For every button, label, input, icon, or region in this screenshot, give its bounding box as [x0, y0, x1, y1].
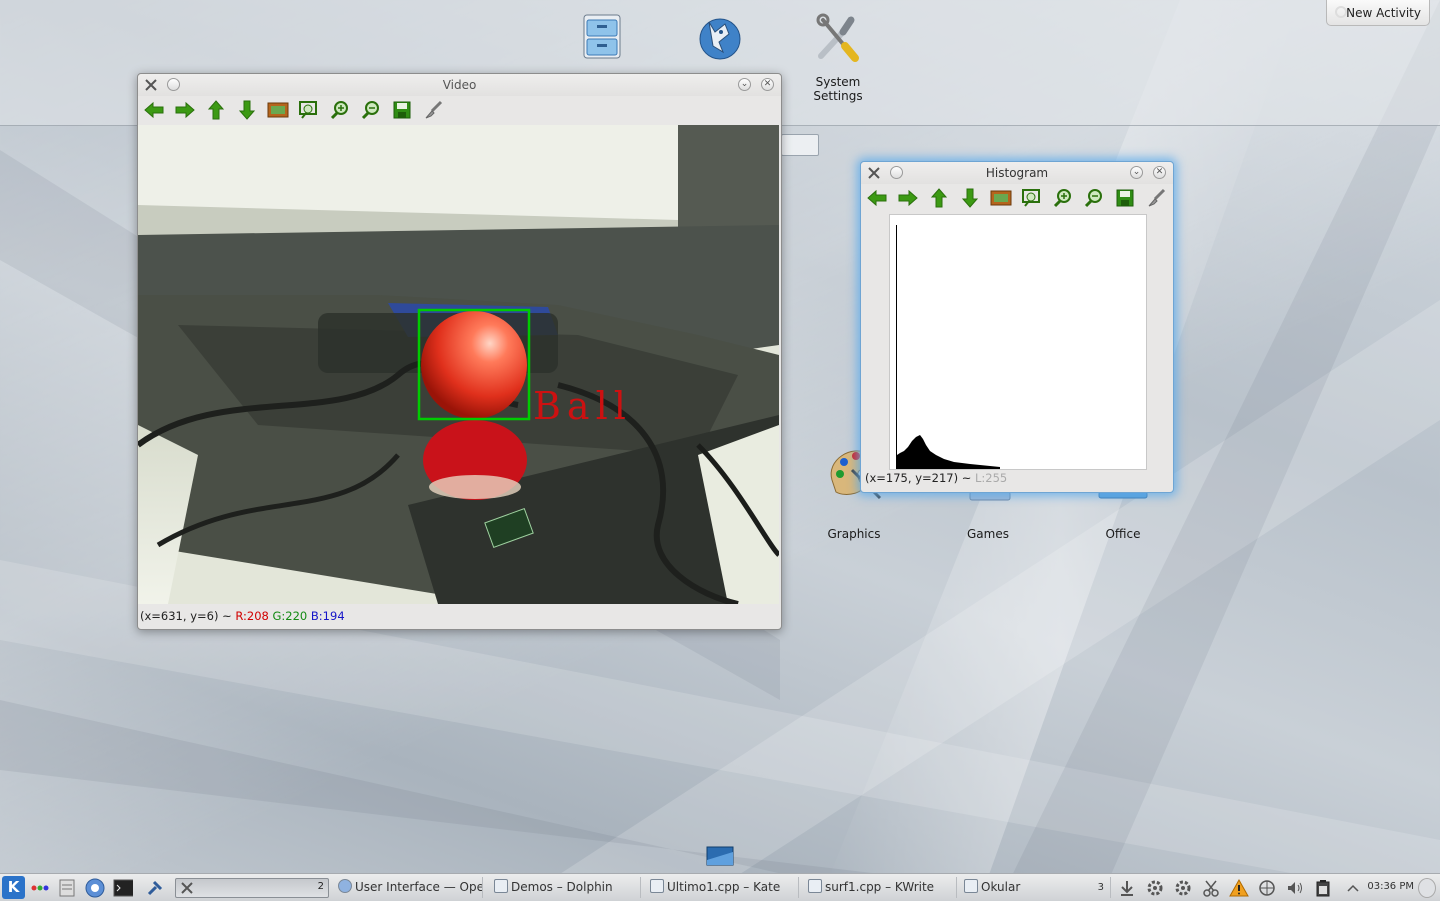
down-arrow-icon[interactable]	[235, 99, 259, 121]
kde-settings-icon[interactable]	[145, 878, 165, 898]
close-button[interactable]: ✕	[761, 78, 774, 91]
warning-icon[interactable]	[1229, 878, 1249, 898]
gear-icon[interactable]	[1145, 878, 1165, 898]
zoom-in-icon[interactable]	[328, 99, 352, 121]
task-label: Demos – Dolphin	[511, 880, 613, 894]
system-settings-launcher[interactable]: System Settings	[790, 12, 886, 103]
pager-value: 2	[317, 881, 324, 892]
histogram-toolbar	[861, 184, 1173, 212]
task-kate[interactable]: Ultimo1.cpp – Kate	[646, 877, 799, 898]
activity-spinner-icon	[1335, 6, 1347, 18]
histogram-window[interactable]: Histogram ⌄ ✕ (x=175, y=217) ~ L:255	[860, 161, 1174, 493]
task-kwrite[interactable]: surf1.cpp – KWrite	[804, 877, 957, 898]
gear-icon[interactable]	[1173, 878, 1193, 898]
activity-manager-icon[interactable]	[30, 878, 50, 898]
volume-icon[interactable]	[1285, 878, 1305, 898]
down-arrow-icon[interactable]	[958, 187, 982, 209]
back-arrow-icon[interactable]	[142, 99, 166, 121]
graphics-label: Graphics	[827, 527, 881, 541]
system-settings-label: System Settings	[813, 75, 863, 103]
okular-icon	[964, 879, 978, 893]
kde-dragon-launcher[interactable]	[694, 12, 746, 65]
video-toolbar	[138, 96, 781, 124]
histogram-window-title: Histogram	[985, 166, 1049, 180]
image-icon[interactable]	[989, 187, 1013, 209]
pager-widget[interactable]: 2	[175, 878, 329, 898]
task-user-interface[interactable]: User Interface — Ope	[334, 877, 483, 898]
scissors-icon[interactable]	[1201, 878, 1221, 898]
task-okular[interactable]: Okular 3	[960, 877, 1111, 898]
video-titlebar[interactable]: Video ⌄ ✕	[138, 74, 781, 96]
coords-readout: (x=631, y=6) ~	[140, 609, 232, 623]
zoom-out-icon[interactable]	[1082, 187, 1106, 209]
desktop-toolbox-icon[interactable]	[706, 846, 734, 866]
folder-view-input[interactable]	[781, 134, 819, 156]
video-window[interactable]: Video ⌄ ✕ Ball (x=631, y=6) ~ R:208 G:22…	[137, 73, 782, 630]
pager-window-icon	[181, 882, 193, 894]
back-arrow-icon[interactable]	[865, 187, 889, 209]
task-dolphin[interactable]: Demos – Dolphin	[490, 877, 641, 898]
task-label: User Interface — Ope	[355, 880, 483, 894]
detection-label: Ball	[533, 384, 632, 428]
new-activity-button[interactable]: New Activity	[1326, 0, 1430, 26]
save-icon[interactable]	[1113, 187, 1137, 209]
green-value: G:220	[272, 609, 308, 623]
taskbar: K 2 User Interface — Ope Demos – Dolphin…	[0, 873, 1440, 901]
task-label: Ultimo1.cpp – Kate	[667, 880, 781, 894]
up-arrow-icon[interactable]	[204, 99, 228, 121]
system-settings-icon	[816, 13, 859, 62]
show-desktop-icon[interactable]	[57, 878, 77, 898]
task-group-count: 3	[1097, 882, 1104, 893]
zoom-fit-icon[interactable]	[1020, 187, 1044, 209]
histogram-plot[interactable]	[889, 214, 1147, 470]
kate-icon	[650, 879, 664, 893]
kwrite-icon	[808, 879, 822, 893]
battery-icon[interactable]	[1313, 878, 1333, 898]
minimize-button[interactable]: ⌄	[1130, 166, 1143, 179]
image-icon[interactable]	[266, 99, 290, 121]
download-icon[interactable]	[1117, 878, 1137, 898]
zoom-fit-icon[interactable]	[297, 99, 321, 121]
panel-toolbox-icon[interactable]	[1418, 878, 1436, 898]
browser-icon	[338, 879, 352, 893]
new-activity-label: New Activity	[1346, 6, 1421, 20]
up-arrow-icon[interactable]	[927, 187, 951, 209]
video-window-title: Video	[442, 78, 477, 92]
games-label: Games	[967, 527, 1009, 541]
zoom-out-icon[interactable]	[359, 99, 383, 121]
properties-brush-icon[interactable]	[1144, 187, 1168, 209]
minimize-button[interactable]: ⌄	[738, 78, 751, 91]
red-value: R:208	[235, 609, 269, 623]
video-frame[interactable]: Ball	[138, 125, 779, 604]
video-statusbar: (x=631, y=6) ~ R:208 G:220 B:194	[140, 609, 345, 623]
clock[interactable]: 03:36 PM	[1367, 881, 1414, 892]
forward-arrow-icon[interactable]	[173, 99, 197, 121]
kde-dragon-icon	[699, 18, 741, 60]
file-cabinet-icon	[583, 14, 621, 59]
close-button[interactable]: ✕	[1153, 166, 1166, 179]
terminal-icon[interactable]	[113, 878, 133, 898]
dolphin-icon	[494, 879, 508, 893]
expand-tray-icon[interactable]	[1343, 878, 1363, 898]
file-cabinet-launcher[interactable]	[578, 12, 626, 63]
network-icon[interactable]	[1257, 878, 1277, 898]
histogram-image	[896, 225, 1000, 469]
blue-value: B:194	[310, 609, 345, 623]
histogram-statusbar: (x=175, y=217) ~ L:255	[865, 471, 1007, 485]
luminance-value: L:255	[975, 471, 1008, 485]
camera-image: Ball	[138, 125, 779, 604]
zoom-in-icon[interactable]	[1051, 187, 1075, 209]
kde-menu-icon[interactable]: K	[2, 876, 25, 899]
forward-arrow-icon[interactable]	[896, 187, 920, 209]
task-label: Okular	[981, 880, 1021, 894]
task-label: surf1.cpp – KWrite	[825, 880, 935, 894]
save-icon[interactable]	[390, 99, 414, 121]
coords-readout: (x=175, y=217) ~	[865, 471, 972, 485]
histogram-titlebar[interactable]: Histogram ⌄ ✕	[861, 162, 1173, 184]
chromium-icon[interactable]	[85, 878, 105, 898]
properties-brush-icon[interactable]	[421, 99, 445, 121]
office-label: Office	[1105, 527, 1141, 541]
